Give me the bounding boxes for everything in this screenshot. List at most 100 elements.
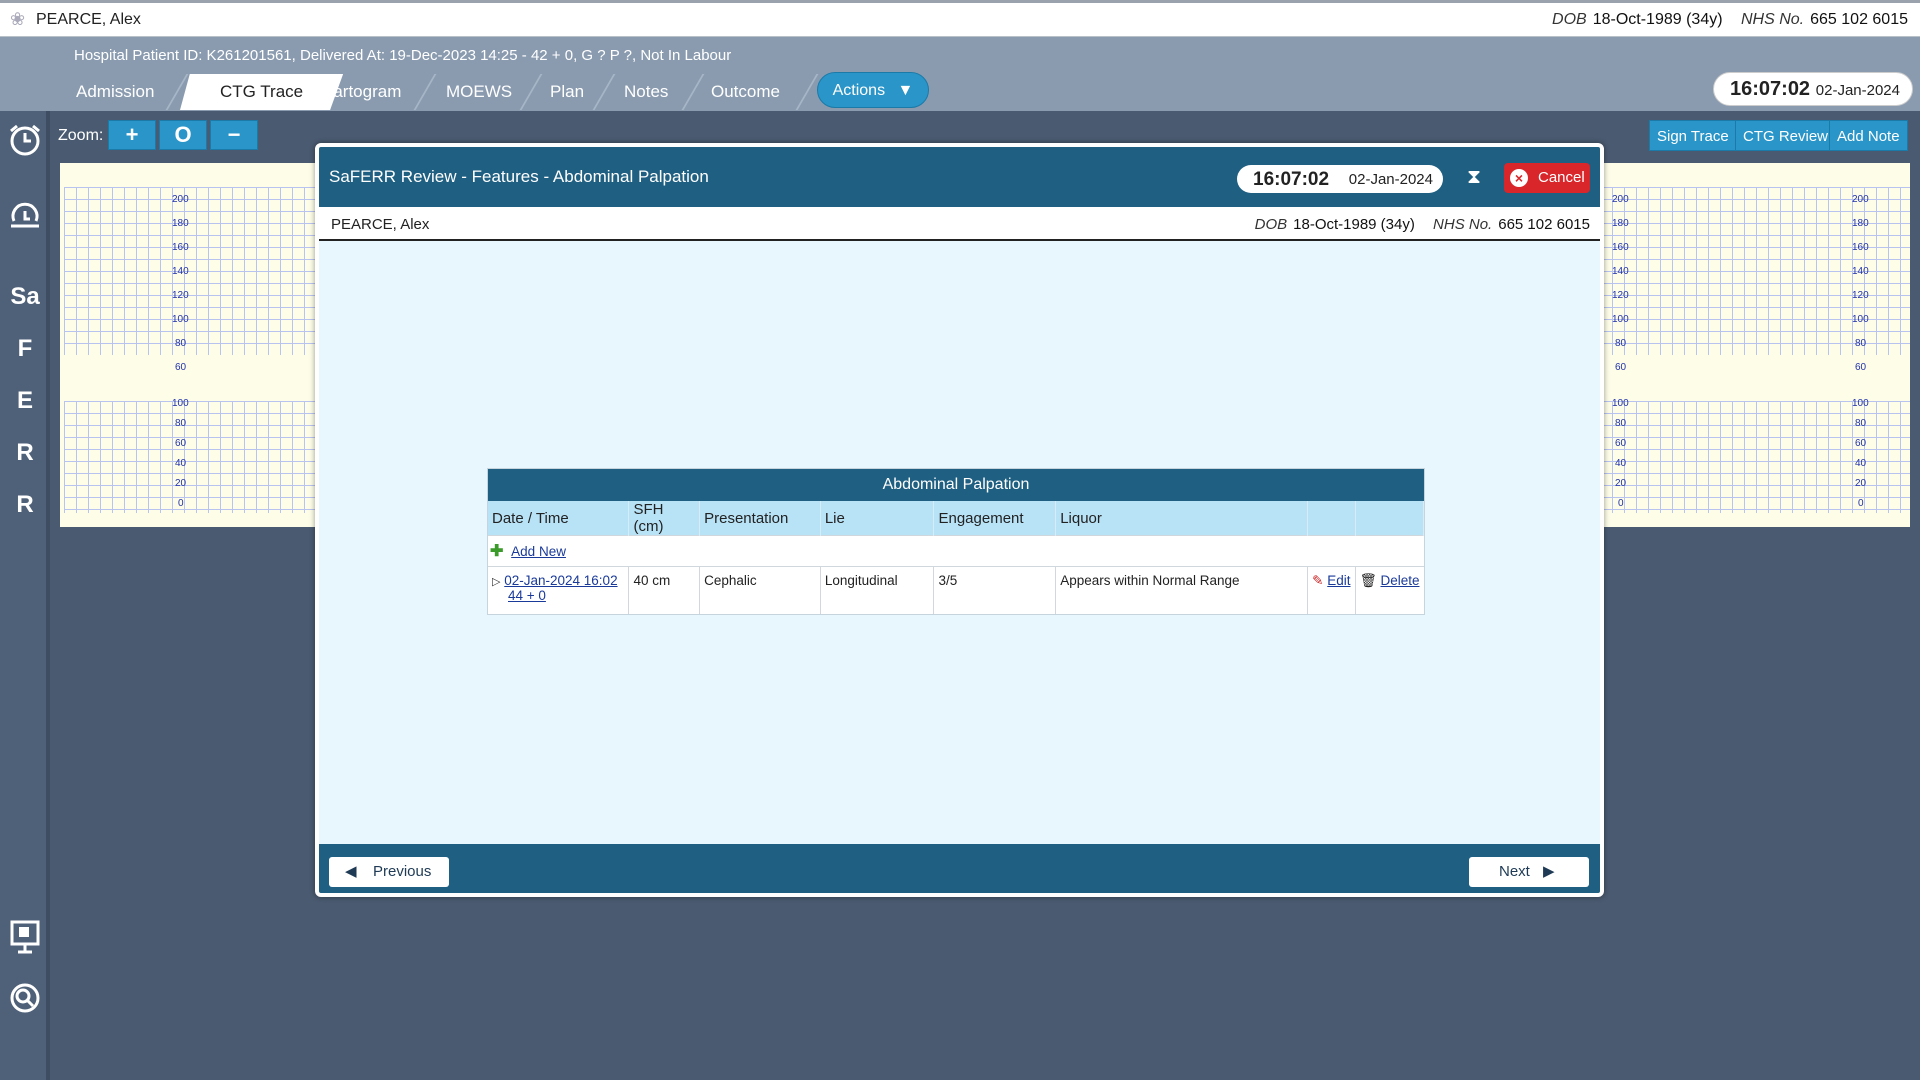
zoom-out-button[interactable]: − [210, 120, 258, 150]
tab-admission[interactable]: Admission [54, 74, 176, 110]
dialog-header: SaFERR Review - Features - Abdominal Pal… [319, 147, 1600, 207]
tab-partogram[interactable]: Partogram [300, 74, 423, 110]
fhr-tick: 120 [1852, 290, 1869, 301]
dialog-date: 02-Jan-2024 [1348, 171, 1433, 188]
next-label: Next [1499, 863, 1530, 880]
fhr-tick: 80 [175, 338, 187, 349]
toco-tick: 60 [1855, 438, 1867, 449]
fhr-tick: 160 [1612, 242, 1629, 253]
dialog-clock[interactable]: 16:07:02 02-Jan-2024 [1237, 165, 1443, 193]
cancel-label: Cancel [1538, 169, 1585, 186]
add-icon[interactable]: ✚ [490, 543, 503, 560]
tab-notes[interactable]: Notes [602, 74, 690, 110]
delete-cell: 🗑 Delete [1355, 566, 1424, 614]
edit-link[interactable]: Edit [1327, 573, 1350, 588]
table-caption: Abdominal Palpation [488, 469, 1424, 501]
trash-icon[interactable]: 🗑 [1360, 573, 1377, 588]
sign-trace-button[interactable]: Sign Trace [1649, 120, 1737, 151]
column-header: Lie [820, 501, 935, 536]
arrow-right-icon: ▶ [1543, 863, 1555, 880]
toco-tick: 0 [178, 498, 184, 509]
dob-value: 18-Oct-1989 (34y) [1592, 11, 1723, 28]
presentation-icon[interactable] [8, 919, 42, 962]
zoom-reset-button[interactable]: O [159, 120, 207, 150]
dialog-time: 16:07:02 [1253, 169, 1330, 190]
table-header-row: Date / Time SFH (cm) Presentation Lie En… [488, 501, 1425, 536]
saferr-item-r1[interactable]: R [8, 439, 42, 467]
patient-identifiers: DOB 18-Oct-1989 (34y) NHS No. 665 102 6015 [1255, 216, 1590, 233]
column-header: Date / Time [488, 501, 630, 536]
toco-tick: 100 [1612, 398, 1629, 409]
column-header: Liquor [1055, 501, 1309, 536]
fhr-tick: 100 [1612, 314, 1629, 325]
next-button[interactable]: Next ▶ [1469, 857, 1589, 887]
header-band: Hospital Patient ID: K261201561, Deliver… [0, 37, 1920, 111]
add-new-link[interactable]: Add New [511, 544, 566, 559]
toco-tick: 80 [175, 418, 187, 429]
add-new-row: ✚ Add New [488, 535, 1424, 567]
patient-banner: ❀ PEARCE, Alex DOB 18-Oct-1989 (34y) NHS … [0, 0, 1920, 37]
nhs-label: NHS No. [1741, 11, 1805, 28]
fhr-tick: 180 [1612, 218, 1629, 229]
table-row: ▷ 02-Jan-2024 16:02 44 + 0 40 cm Cephali… [488, 566, 1424, 614]
fhr-tick: 60 [1855, 362, 1867, 373]
dialog-title: SaFERR Review - Features - Abdominal Pal… [329, 167, 709, 186]
dob-value: 18-Oct-1989 (34y) [1293, 216, 1415, 233]
ctg-trace-right: 200 180 160 140 120 100 80 60 200 180 16… [1600, 163, 1910, 527]
row-datetime-link[interactable]: 02-Jan-2024 16:02 [504, 573, 617, 588]
ctg-review-button[interactable]: CTG Review [1735, 120, 1837, 151]
expand-row-icon[interactable]: ▷ [492, 576, 500, 588]
actions-label: Actions [832, 82, 886, 99]
fhr-tick: 180 [1852, 218, 1869, 229]
liquor-cell: Appears within Normal Range [1055, 566, 1309, 614]
row-gestation-link[interactable]: 44 + 0 [508, 588, 546, 603]
ctg-trace-left: 200 180 160 140 120 100 80 60 100 80 60 … [60, 163, 320, 527]
tab-moews[interactable]: MOEWS [424, 74, 534, 110]
fhr-tick: 100 [172, 314, 189, 325]
saferr-item-e[interactable]: E [8, 387, 42, 415]
fhr-tick: 200 [1852, 194, 1869, 205]
patient-identifiers: DOB 18-Oct-1989 (34y) NHS No. 665 102 6015 [1552, 11, 1908, 29]
header-date: 02-Jan-2024 [1815, 82, 1900, 99]
dob-label: DOB [1254, 216, 1288, 233]
tab-outcome[interactable]: Outcome [689, 74, 802, 110]
saferr-review-dialog: SaFERR Review - Features - Abdominal Pal… [315, 143, 1604, 897]
toco-tick: 20 [1855, 478, 1867, 489]
dialog-patient-banner: PEARCE, Alex DOB 18-Oct-1989 (34y) NHS No… [319, 207, 1600, 241]
patient-name: PEARCE, Alex [331, 216, 430, 233]
fhr-tick: 200 [1612, 194, 1629, 205]
delete-link[interactable]: Delete [1380, 573, 1419, 588]
close-icon: × [1510, 169, 1528, 187]
fhr-tick: 120 [172, 290, 189, 301]
previous-button[interactable]: ◀ Previous [329, 857, 449, 887]
column-header [1355, 501, 1425, 536]
fhr-tick: 140 [1852, 266, 1869, 277]
saferr-item-f[interactable]: F [8, 335, 42, 363]
lie-cell: Longitudinal [820, 566, 935, 614]
column-header [1307, 501, 1356, 536]
zoom-label: Zoom: [58, 127, 104, 144]
saferr-item-r2[interactable]: R [8, 491, 42, 519]
dob-label: DOB [1552, 11, 1587, 28]
history-icon[interactable] [8, 199, 42, 240]
alarm-clock-icon[interactable] [8, 123, 42, 164]
add-note-button[interactable]: Add Note [1829, 120, 1908, 151]
toco-tick: 60 [1615, 438, 1627, 449]
toco-tick: 40 [1615, 458, 1627, 469]
arrow-left-icon: ◀ [345, 863, 357, 880]
actions-button[interactable]: Actions ▼ [817, 72, 929, 108]
saferr-item-sa[interactable]: Sa [8, 283, 42, 311]
fhr-tick: 80 [1855, 338, 1867, 349]
fhr-tick: 140 [1612, 266, 1629, 277]
zoom-in-button[interactable]: + [108, 120, 156, 150]
pencil-icon[interactable]: ✎ [1312, 573, 1323, 588]
fhr-tick: 200 [172, 194, 189, 205]
engagement-cell: 3/5 [933, 566, 1057, 614]
header-time: 16:07:02 [1730, 78, 1811, 100]
search-icon[interactable] [8, 981, 42, 1022]
column-header: Engagement [933, 501, 1057, 536]
toco-tick: 40 [175, 458, 187, 469]
filter-icon[interactable]: ⧗ [1467, 166, 1481, 189]
toco-tick: 100 [172, 398, 189, 409]
cancel-button[interactable]: × Cancel [1504, 163, 1590, 193]
